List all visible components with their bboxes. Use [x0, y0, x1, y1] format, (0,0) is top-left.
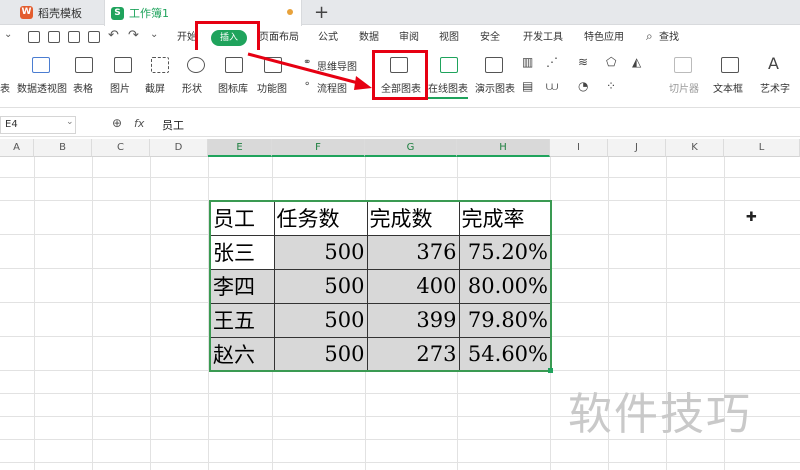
watermark: 软件技巧 — [568, 389, 752, 440]
cursor-icon: ✚ — [746, 210, 757, 225]
